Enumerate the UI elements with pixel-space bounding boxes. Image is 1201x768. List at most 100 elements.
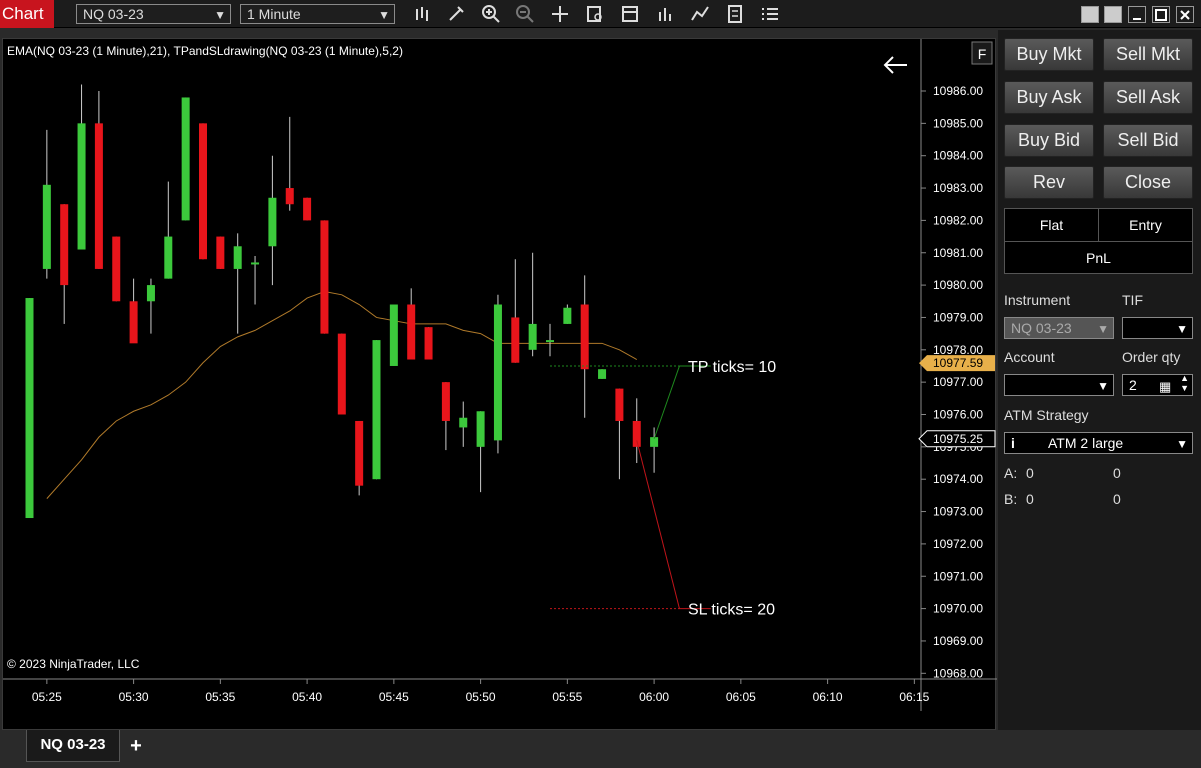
- candle-body: [563, 307, 572, 324]
- candle-body: [441, 382, 450, 421]
- order-qty-value: 2: [1129, 377, 1137, 393]
- drawing-pencil-icon[interactable]: [445, 3, 467, 25]
- sell-market-button[interactable]: Sell Mkt: [1103, 38, 1193, 71]
- buy-market-button[interactable]: Buy Mkt: [1004, 38, 1094, 71]
- instrument-selector-value: NQ 03-23: [83, 6, 144, 22]
- chart-trader-icon[interactable]: [724, 3, 746, 25]
- reverse-button[interactable]: Rev: [1004, 166, 1094, 199]
- chevron-down-icon: ▼: [1176, 437, 1188, 451]
- close-position-button[interactable]: Close: [1103, 166, 1193, 199]
- chevron-down-icon: ▼: [378, 8, 390, 22]
- b-label: B:: [1004, 491, 1018, 507]
- calculator-icon[interactable]: ▦: [1159, 377, 1171, 397]
- candle-body: [407, 304, 416, 360]
- time-label: 05:45: [379, 690, 409, 704]
- crosshair-icon[interactable]: [549, 3, 571, 25]
- atm-strategy-dropdown[interactable]: i ATM 2 large ▼: [1004, 432, 1193, 454]
- b-value-2: 0: [1113, 491, 1121, 507]
- interval-selector-value: 1 Minute: [247, 6, 301, 22]
- candle-body: [251, 262, 260, 265]
- bar-type-icon[interactable]: [412, 3, 434, 25]
- candle-body: [372, 340, 381, 480]
- price-label: 10970.00: [933, 602, 983, 616]
- minimize-icon[interactable]: [1128, 6, 1146, 23]
- candle-body: [389, 304, 398, 366]
- tab-nq-03-23[interactable]: NQ 03-23: [26, 730, 120, 762]
- price-label: 10978.00: [933, 343, 983, 357]
- stepper-arrows-icon[interactable]: ▲ ▼: [1180, 373, 1189, 393]
- indicators-icon[interactable]: [689, 3, 711, 25]
- properties-list-icon[interactable]: [759, 3, 781, 25]
- candle-body: [355, 420, 364, 486]
- candle-body: [493, 304, 502, 441]
- time-label: 05:30: [119, 690, 149, 704]
- a-value-1: 0: [1026, 465, 1034, 481]
- data-box-icon[interactable]: [584, 3, 606, 25]
- time-label: 05:40: [292, 690, 322, 704]
- order-qty-stepper[interactable]: 2 ▦ ▲ ▼: [1122, 373, 1193, 397]
- time-label: 05:55: [552, 690, 582, 704]
- indicator-label: EMA(NQ 03-23 (1 Minute),21), TPandSLdraw…: [7, 44, 403, 58]
- sell-bid-button[interactable]: Sell Bid: [1103, 124, 1193, 157]
- tab-bar: NQ 03-23 +: [0, 730, 1201, 768]
- b-value-1: 0: [1026, 491, 1034, 507]
- buy-bid-button[interactable]: Buy Bid: [1004, 124, 1094, 157]
- price-label: 10973.00: [933, 505, 983, 519]
- order-qty-label: Order qty: [1122, 349, 1181, 365]
- f-button[interactable]: F: [971, 41, 993, 65]
- info-icon[interactable]: i: [1011, 433, 1015, 453]
- candle-body: [632, 420, 641, 447]
- candle-body: [528, 323, 537, 350]
- scroll-left-arrow-icon[interactable]: [883, 56, 907, 74]
- chevron-down-icon: ▼: [1097, 322, 1109, 336]
- buy-ask-button[interactable]: Buy Ask: [1004, 81, 1094, 114]
- price-label: 10979.00: [933, 310, 983, 324]
- zoom-in-icon[interactable]: [480, 3, 502, 25]
- candle-body: [94, 123, 103, 269]
- candle-body: [129, 301, 138, 344]
- tp-label: TP ticks= 10: [688, 359, 776, 376]
- candle-body: [42, 184, 51, 269]
- candle-body: [285, 188, 294, 205]
- time-label: 06:10: [813, 690, 843, 704]
- candle-body: [476, 411, 485, 447]
- sl-label: SL ticks= 20: [688, 602, 775, 619]
- candle-body: [546, 340, 554, 343]
- price-label: 10972.00: [933, 537, 983, 551]
- candle-body: [320, 220, 329, 334]
- add-tab-button[interactable]: +: [122, 732, 150, 760]
- window-link-icon[interactable]: [1081, 6, 1099, 23]
- sell-ask-button[interactable]: Sell Ask: [1103, 81, 1193, 114]
- tp-connector-line: [653, 365, 680, 439]
- zoom-out-icon[interactable]: [514, 3, 536, 25]
- chart-trader-panel: Buy Mkt Sell Mkt Buy Ask Sell Ask Buy Bi…: [998, 30, 1201, 730]
- position-entry: Entry: [1098, 208, 1193, 242]
- price-label: 10985.00: [933, 116, 983, 130]
- price-chart[interactable]: TP ticks= 10 SL ticks= 20 10986.00 10985.0…: [3, 39, 997, 711]
- price-label: 10969.00: [933, 634, 983, 648]
- window-link-icon[interactable]: [1104, 6, 1122, 23]
- price-label: 10974.00: [933, 472, 983, 486]
- instrument-dropdown-value: NQ 03-23: [1011, 320, 1072, 336]
- instrument-dropdown[interactable]: NQ 03-23 ▼: [1004, 317, 1114, 339]
- a-value-2: 0: [1113, 465, 1121, 481]
- interval-selector[interactable]: 1 Minute ▼: [240, 4, 395, 24]
- chart-panel[interactable]: TP ticks= 10 SL ticks= 20 10986.00 10985.0…: [2, 38, 999, 767]
- candle-body: [598, 369, 607, 379]
- account-label: Account: [1004, 349, 1055, 365]
- candle-body: [268, 197, 277, 247]
- close-icon[interactable]: [1176, 6, 1194, 23]
- candle-body: [146, 285, 155, 302]
- price-label: 10981.00: [933, 246, 983, 260]
- candle-body: [459, 417, 468, 428]
- templates-icon[interactable]: [619, 3, 641, 25]
- candle-body: [303, 197, 312, 221]
- candle-body: [164, 236, 173, 279]
- candle-body: [181, 97, 190, 221]
- instrument-selector[interactable]: NQ 03-23 ▼: [76, 4, 231, 24]
- tif-dropdown[interactable]: ▼: [1122, 317, 1193, 339]
- chevron-down-icon: ▼: [1097, 379, 1109, 393]
- account-dropdown[interactable]: ▼: [1004, 374, 1114, 396]
- maximize-icon[interactable]: [1152, 6, 1170, 23]
- strategies-icon[interactable]: [654, 3, 676, 25]
